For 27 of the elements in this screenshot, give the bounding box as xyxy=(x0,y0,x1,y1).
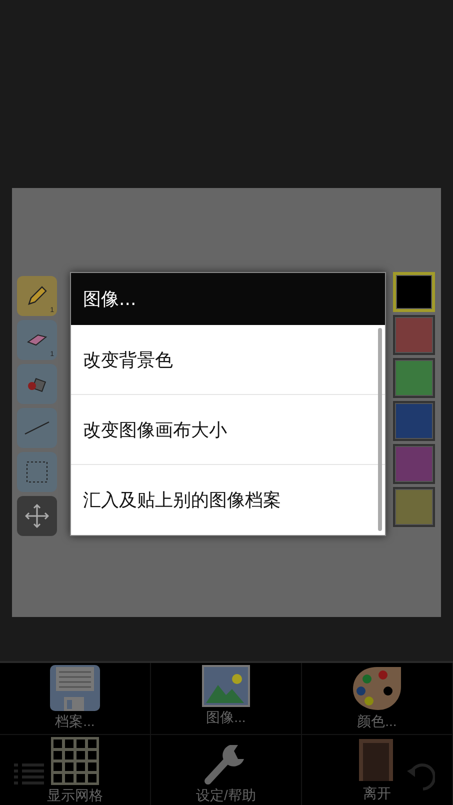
line-icon xyxy=(24,421,50,435)
line-tool-button[interactable] xyxy=(17,408,57,448)
menu-item[interactable]: 改变背景色 xyxy=(71,325,385,395)
menu-item[interactable]: 汇入及贴上别的图像档案 xyxy=(71,465,385,535)
color-swatch[interactable] xyxy=(393,315,435,355)
colors-toolbar-button[interactable]: 颜色... xyxy=(302,663,453,735)
pencil-icon xyxy=(26,285,48,307)
color-swatch[interactable] xyxy=(393,272,435,312)
grid-icon xyxy=(51,737,99,785)
landscape-icon xyxy=(202,665,250,707)
file-toolbar-button[interactable]: 档案... xyxy=(0,663,151,735)
menu-item[interactable]: 改变图像画布大小 xyxy=(71,395,385,465)
fill-tool-button[interactable] xyxy=(17,364,57,404)
select-tool-button[interactable] xyxy=(17,452,57,492)
palette-icon xyxy=(352,665,402,711)
selection-icon xyxy=(26,461,48,483)
image-toolbar-button[interactable]: 图像... xyxy=(151,663,302,735)
move-icon xyxy=(25,504,49,528)
move-tool-button[interactable] xyxy=(17,496,57,536)
list-icon xyxy=(14,763,44,785)
eraser-icon xyxy=(26,333,48,347)
color-swatch[interactable] xyxy=(393,487,435,527)
back-arrow-icon xyxy=(407,763,435,791)
dialog-title: 图像... xyxy=(71,273,385,325)
color-swatch[interactable] xyxy=(393,358,435,398)
color-swatch[interactable] xyxy=(393,401,435,441)
color-swatch[interactable] xyxy=(393,444,435,484)
